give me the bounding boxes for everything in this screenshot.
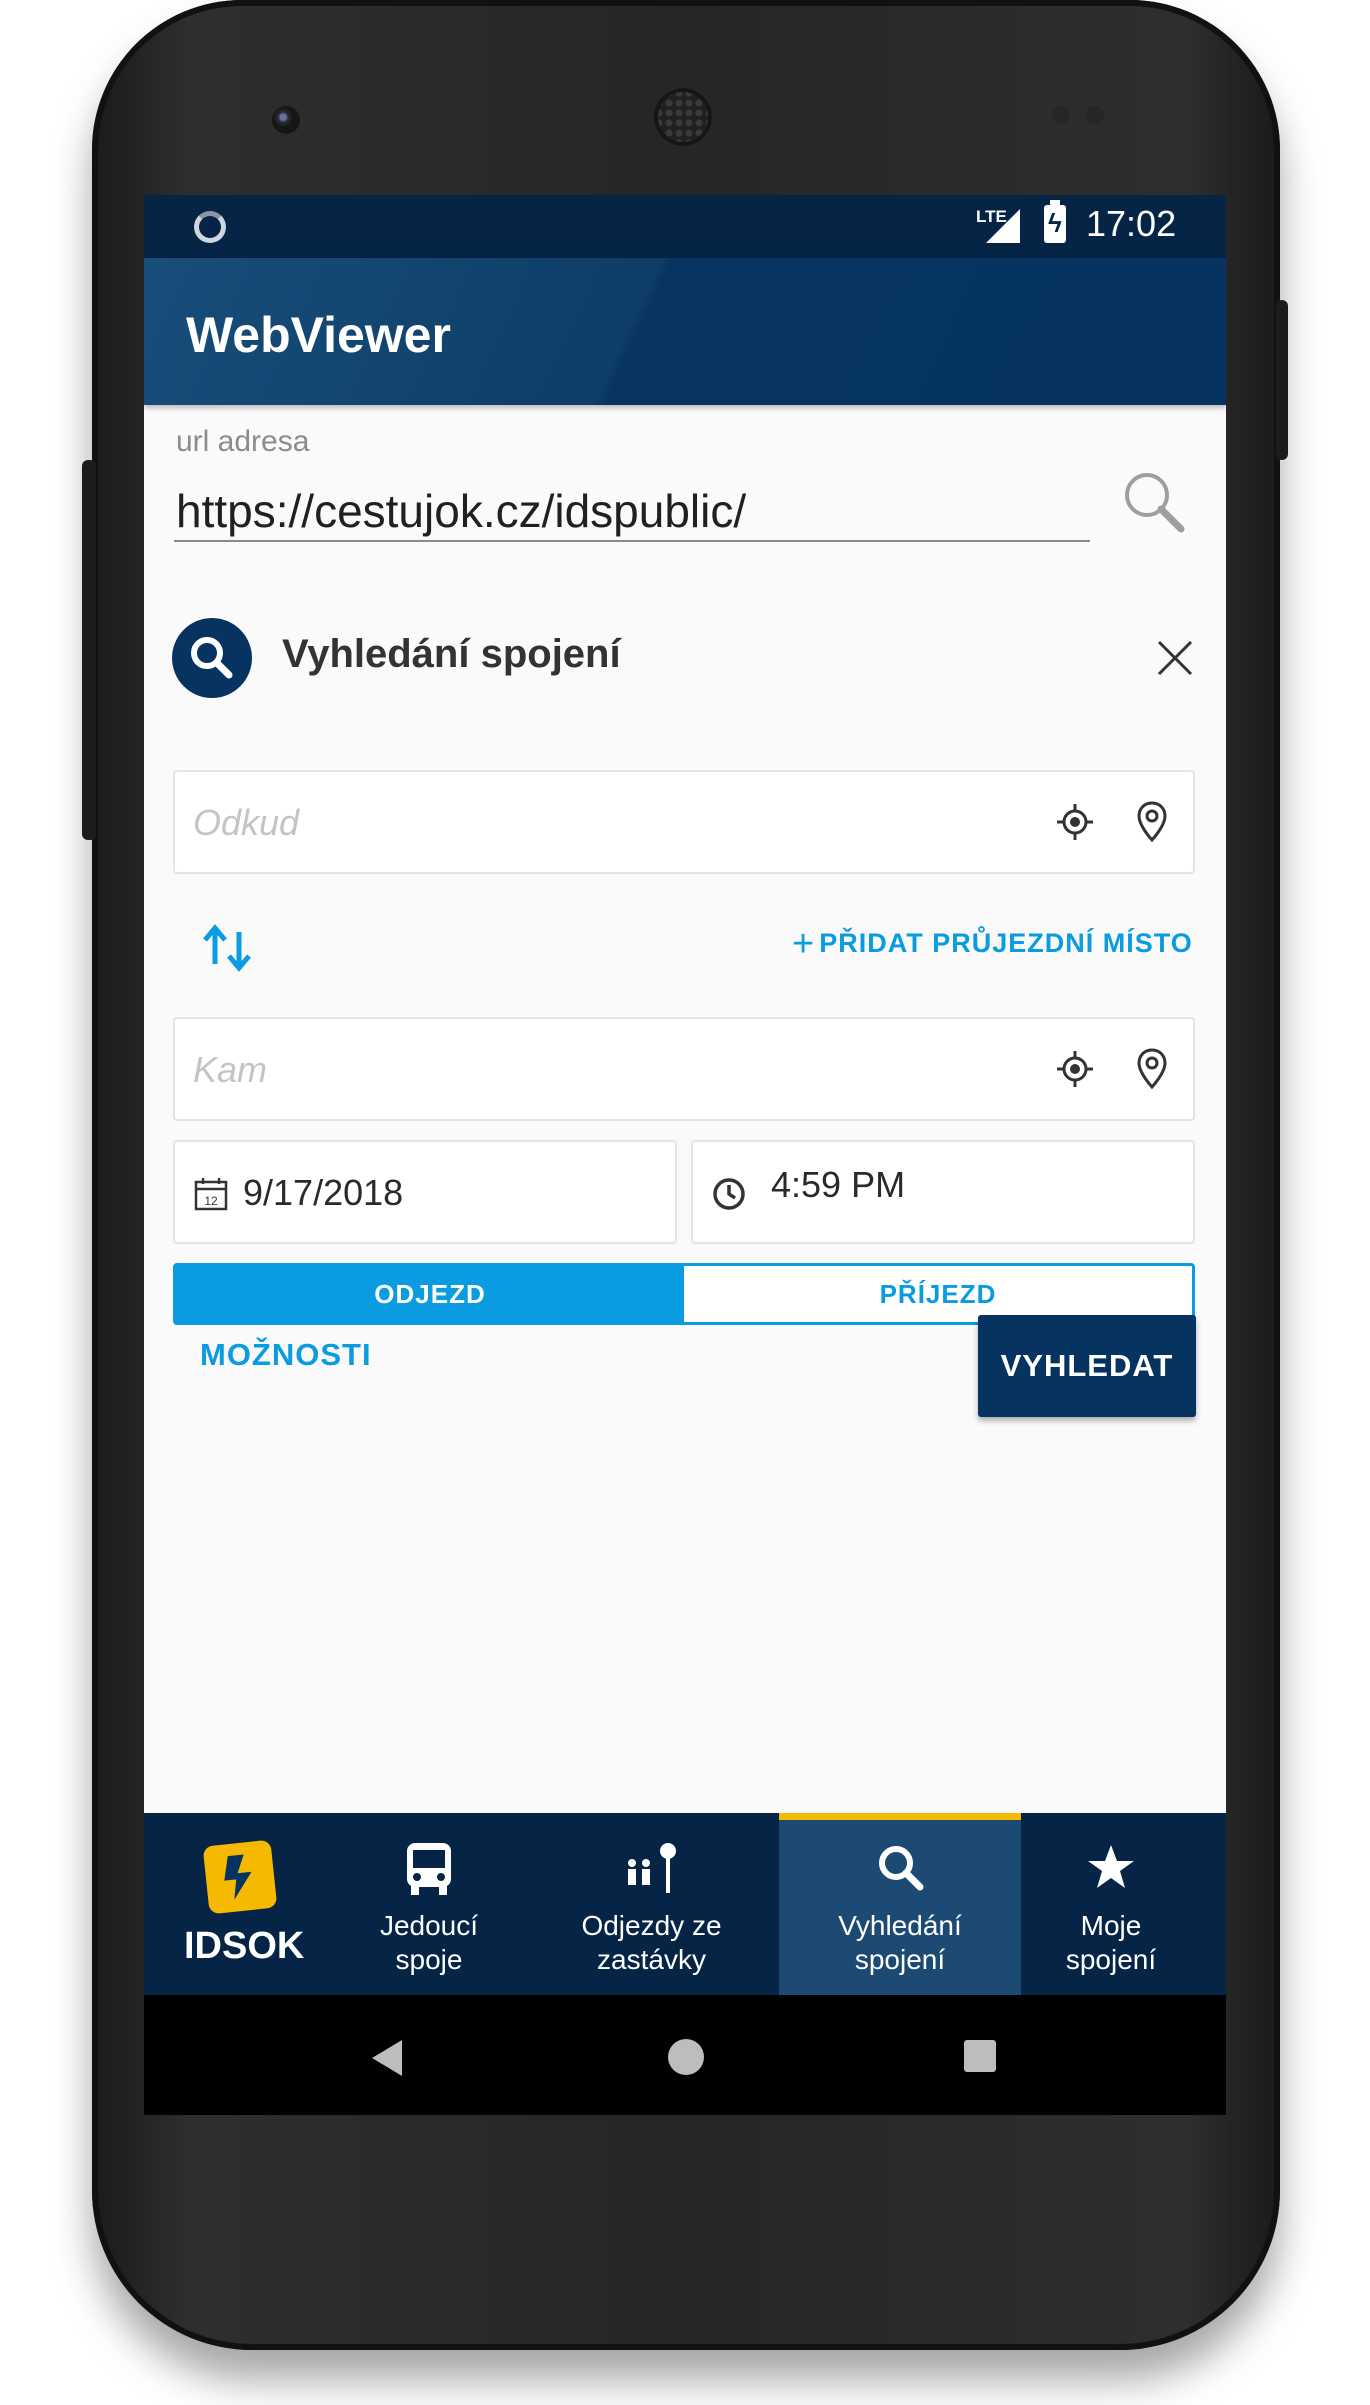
- time-picker[interactable]: 4:59 PM: [691, 1140, 1195, 1244]
- volume-button: [82, 460, 96, 840]
- options-button[interactable]: MOŽNOSTI: [200, 1337, 372, 1373]
- time-value: 4:59 PM: [771, 1164, 906, 1205]
- status-bar: LTE ϟ 17:02: [144, 195, 1226, 258]
- nav-label: Moje spojení: [1065, 1910, 1157, 1975]
- battery-icon: ϟ: [1044, 200, 1066, 243]
- map-pin-icon[interactable]: [1135, 800, 1169, 844]
- status-time: 17:02: [1086, 203, 1177, 244]
- nav-label: Odjezdy ze zastávky: [581, 1910, 722, 1975]
- earpiece-speaker: [654, 88, 712, 146]
- url-input[interactable]: [174, 482, 1090, 542]
- sync-icon: [194, 211, 226, 243]
- home-icon[interactable]: [668, 2039, 704, 2075]
- date-value: 9/17/2018: [243, 1172, 404, 1213]
- add-via-button[interactable]: + PŘIDAT PRŮJEZDNÍ MÍSTO: [792, 923, 1193, 966]
- bottom-navigation: IDSOK Jedoucí spoje Odjezdy ze zastávky …: [144, 1813, 1226, 1995]
- app-bar: WebViewer: [144, 258, 1226, 405]
- brand-name: IDSOK: [184, 1925, 305, 1967]
- clock-icon: [713, 1178, 745, 1210]
- nav-running-connections[interactable]: Jedoucí spoje: [334, 1813, 524, 1995]
- from-field: [173, 770, 1195, 874]
- bus-stop-icon: [628, 1843, 676, 1893]
- to-input[interactable]: [191, 1041, 995, 1099]
- calendar-icon: 12: [194, 1178, 228, 1211]
- search-button[interactable]: VYHLEDAT: [978, 1315, 1196, 1417]
- signal-icon: [986, 209, 1020, 243]
- screen: LTE ϟ 17:02 WebViewer url adresa Vyhledá…: [144, 195, 1226, 2115]
- section-title: Vyhledání spojení: [282, 632, 621, 676]
- app-title: WebViewer: [186, 307, 451, 363]
- add-via-label: PŘIDAT PRŮJEZDNÍ MÍSTO: [819, 928, 1193, 958]
- nav-label: Vyhledání spojení: [838, 1910, 962, 1975]
- nav-label: Jedoucí spoje: [379, 1910, 479, 1975]
- calendar-icon-day: 12: [204, 1194, 218, 1208]
- nav-my-connections[interactable]: Moje spojení: [1021, 1813, 1201, 1995]
- to-field: [173, 1017, 1195, 1121]
- power-button: [1276, 300, 1288, 460]
- departure-tab[interactable]: ODJEZD: [176, 1266, 684, 1322]
- nav-stop-departures[interactable]: Odjezdy ze zastávky: [524, 1813, 779, 1995]
- system-navigation-bar: [144, 1995, 1226, 2115]
- recent-apps-icon[interactable]: [964, 2040, 996, 2072]
- date-picker[interactable]: 12 9/17/2018: [173, 1140, 677, 1244]
- search-section-icon: [172, 618, 252, 698]
- arrival-tab[interactable]: PŘÍJEZD: [684, 1266, 1192, 1322]
- plus-icon: +: [792, 923, 816, 965]
- light-sensor: [1086, 106, 1104, 124]
- idsok-emblem-icon: [202, 1839, 278, 1915]
- url-search-icon[interactable]: [1119, 467, 1189, 537]
- url-label: url adresa: [176, 425, 310, 458]
- bus-icon: [407, 1843, 451, 1895]
- my-location-icon[interactable]: [1055, 1049, 1095, 1089]
- search-icon: [879, 1846, 924, 1891]
- idsok-logo: IDSOK: [144, 1813, 334, 1995]
- swap-direction-icon[interactable]: [199, 920, 255, 976]
- front-camera: [272, 106, 300, 134]
- my-location-icon[interactable]: [1055, 802, 1095, 842]
- back-icon[interactable]: [372, 2040, 402, 2076]
- nav-connection-search[interactable]: Vyhledání spojení: [779, 1813, 1021, 1995]
- proximity-sensor: [1052, 106, 1070, 124]
- map-pin-icon[interactable]: [1135, 1047, 1169, 1091]
- from-input[interactable]: [191, 794, 995, 852]
- close-icon[interactable]: [1152, 635, 1198, 681]
- star-icon: [1088, 1845, 1134, 1888]
